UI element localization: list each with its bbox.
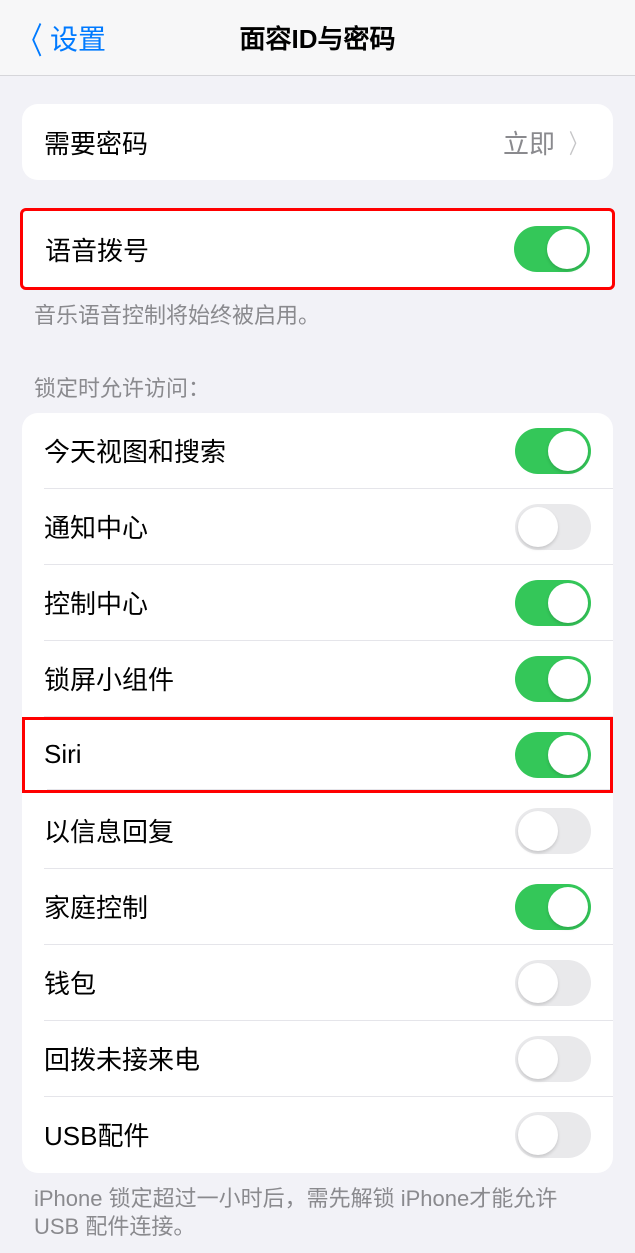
allow-access-toggle[interactable] xyxy=(515,884,591,930)
page-title: 面容ID与密码 xyxy=(239,19,395,56)
allow-access-label: 钱包 xyxy=(44,964,96,1001)
separator xyxy=(47,789,610,790)
allow-access-row: 通知中心 xyxy=(22,489,613,565)
require-passcode-group: 需要密码 立即 〉 xyxy=(22,104,613,180)
toggle-knob-icon xyxy=(547,229,587,269)
allow-access-row: 钱包 xyxy=(22,945,613,1021)
allow-access-label: 回拨未接来电 xyxy=(44,1040,200,1077)
allow-access-label: Siri xyxy=(44,739,82,770)
allow-access-toggle[interactable] xyxy=(515,960,591,1006)
allow-access-footer: iPhone 锁定超过一小时后，需先解锁 iPhone才能允许USB 配件连接。 xyxy=(0,1173,635,1242)
allow-access-label: 以信息回复 xyxy=(44,812,174,849)
allow-access-row: 锁屏小组件 xyxy=(22,641,613,717)
allow-access-toggle[interactable] xyxy=(515,732,591,778)
require-passcode-value: 立即 xyxy=(503,124,555,161)
allow-access-toggle[interactable] xyxy=(515,1112,591,1158)
allow-access-label: 通知中心 xyxy=(44,508,148,545)
allow-access-group: 今天视图和搜索通知中心控制中心锁屏小组件 Siri 以信息回复家庭控制钱包回拨未接来… xyxy=(22,413,613,1173)
chevron-left-icon: 〈 xyxy=(17,12,42,64)
allow-access-toggle[interactable] xyxy=(515,580,591,626)
allow-access-toggle[interactable] xyxy=(515,808,591,854)
voice-dial-toggle[interactable] xyxy=(514,226,590,272)
back-button[interactable]: 〈 设置 xyxy=(0,12,106,64)
toggle-knob-icon xyxy=(548,583,588,623)
chevron-right-icon: 〉 xyxy=(569,124,587,161)
allow-access-row: 今天视图和搜索 xyxy=(22,413,613,489)
voice-dial-label: 语音拨号 xyxy=(45,231,149,268)
voice-dial-group: 语音拨号 xyxy=(20,208,615,290)
allow-access-row: 回拨未接来电 xyxy=(22,1021,613,1097)
toggle-knob-icon xyxy=(548,431,588,471)
allow-access-label: 控制中心 xyxy=(44,584,148,621)
allow-access-label: USB配件 xyxy=(44,1116,149,1153)
allow-access-row: USB配件 xyxy=(22,1097,613,1173)
allow-access-toggle[interactable] xyxy=(515,656,591,702)
toggle-knob-icon xyxy=(548,659,588,699)
allow-access-label: 家庭控制 xyxy=(44,888,148,925)
allow-access-row: Siri xyxy=(22,717,613,793)
toggle-knob-icon xyxy=(518,963,558,1003)
toggle-knob-icon xyxy=(518,507,558,547)
toggle-knob-icon xyxy=(518,811,558,851)
allow-access-row: 以信息回复 xyxy=(22,793,613,869)
allow-access-label: 今天视图和搜索 xyxy=(44,432,226,469)
voice-dial-row: 语音拨号 xyxy=(23,211,612,287)
toggle-knob-icon xyxy=(518,1039,558,1079)
toggle-knob-icon xyxy=(548,735,588,775)
allow-access-toggle[interactable] xyxy=(515,1036,591,1082)
toggle-knob-icon xyxy=(518,1115,558,1155)
require-passcode-label: 需要密码 xyxy=(44,124,148,161)
voice-dial-footer: 音乐语音控制将始终被启用。 xyxy=(0,290,635,331)
allow-access-row: 控制中心 xyxy=(22,565,613,641)
navigation-header: 〈 设置 面容ID与密码 xyxy=(0,0,635,76)
require-passcode-row[interactable]: 需要密码 立即 〉 xyxy=(22,104,613,180)
back-label: 设置 xyxy=(50,18,106,58)
allow-access-label: 锁屏小组件 xyxy=(44,660,174,697)
allow-access-header: 锁定时允许访问： xyxy=(0,331,635,413)
allow-access-toggle[interactable] xyxy=(515,428,591,474)
allow-access-row: 家庭控制 xyxy=(22,869,613,945)
toggle-knob-icon xyxy=(548,887,588,927)
allow-access-toggle[interactable] xyxy=(515,504,591,550)
